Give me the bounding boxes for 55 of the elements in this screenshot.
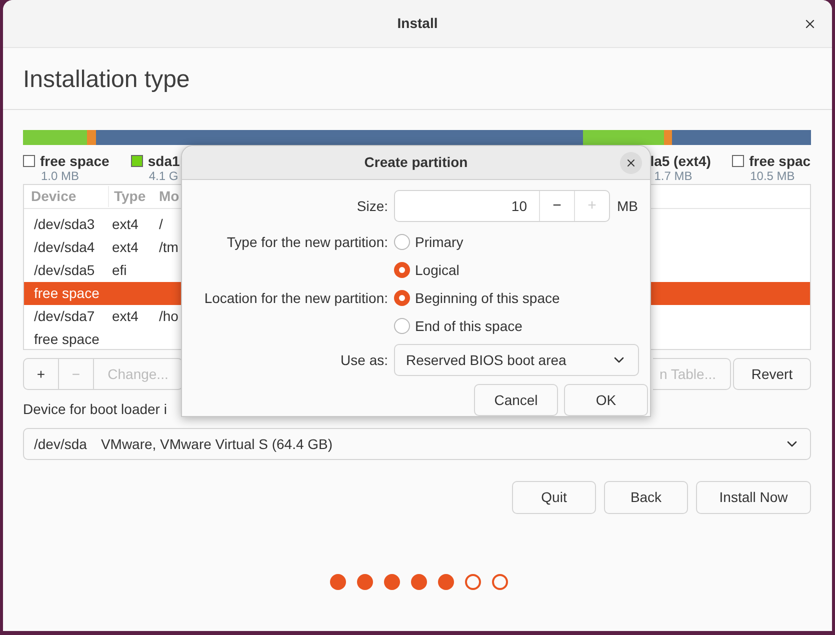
field-label: Type for the new partition: bbox=[226, 232, 388, 252]
radio-label: Logical bbox=[415, 260, 460, 280]
table-cell: ext4 bbox=[112, 216, 138, 232]
radio-button[interactable] bbox=[394, 318, 410, 334]
field-label: Location for the new partition: bbox=[204, 288, 388, 308]
use-as-dropdown[interactable]: Reserved BIOS boot area bbox=[394, 344, 639, 376]
legend-size: 1.0 MB bbox=[40, 169, 80, 184]
table-cell: ext4 bbox=[112, 308, 138, 324]
table-cell: /dev/sda5 bbox=[34, 262, 95, 278]
dialog-button[interactable]: OK bbox=[564, 384, 648, 416]
radio-button[interactable] bbox=[394, 262, 410, 278]
table-cell: / bbox=[159, 216, 163, 232]
toolbar-button[interactable]: + bbox=[24, 359, 59, 389]
field-label: Use as: bbox=[340, 350, 388, 370]
legend-label: free space bbox=[40, 153, 110, 169]
size-value: 10 bbox=[511, 196, 527, 216]
action-button[interactable]: Quit bbox=[512, 481, 596, 514]
boot-loader-label: Device for boot loader i bbox=[23, 401, 167, 417]
radio-button[interactable] bbox=[394, 290, 410, 306]
window-title: Install bbox=[397, 14, 438, 33]
legend-size: 4.1 G bbox=[148, 169, 180, 184]
device-name: /dev/sda bbox=[34, 434, 87, 454]
table-cell: ext4 bbox=[112, 238, 138, 254]
legend-label: sda1 bbox=[148, 153, 180, 169]
unit-label: MB bbox=[617, 196, 638, 216]
action-button[interactable]: Back bbox=[604, 481, 688, 514]
table-cell: /dev/sda4 bbox=[34, 238, 95, 254]
device-description: VMware, VMware Virtual S (64.4 GB) bbox=[100, 434, 333, 454]
toolbar-button[interactable]: Revert bbox=[733, 358, 811, 390]
table-cell: /dev/sda3 bbox=[34, 216, 95, 232]
dropdown-value: Reserved BIOS boot area bbox=[406, 350, 566, 370]
action-button[interactable]: Install Now bbox=[696, 481, 811, 514]
legend-size: 10.5 MB bbox=[749, 169, 796, 184]
table-cell: /tm bbox=[159, 238, 178, 254]
radio-label: Beginning of this space bbox=[415, 288, 560, 308]
boot-loader-dropdown[interactable]: /dev/sda VMware, VMware Virtual S (64.4 GB) bbox=[23, 428, 811, 460]
radio-button[interactable] bbox=[394, 234, 410, 250]
table-cell: /dev/sda7 bbox=[34, 308, 95, 324]
legend-label: free spac bbox=[749, 153, 811, 169]
close-icon bbox=[625, 157, 637, 169]
legend-label: la5 (ext4) bbox=[650, 153, 711, 169]
table-cell: /ho bbox=[159, 308, 178, 324]
size-spin-field[interactable]: 10 − + bbox=[394, 190, 610, 222]
table-cell: efi bbox=[112, 262, 127, 278]
field-label: Size: bbox=[356, 196, 388, 216]
table-cell: free space bbox=[34, 284, 100, 300]
dialog-title: Create partition bbox=[364, 153, 468, 172]
radio-label: End of this space bbox=[415, 316, 522, 336]
close-icon bbox=[803, 17, 817, 31]
legend-size: 1.7 MB bbox=[653, 169, 694, 184]
decrement-button[interactable]: − bbox=[539, 191, 574, 221]
page-heading: Installation type bbox=[23, 66, 190, 93]
close-button[interactable] bbox=[620, 152, 642, 174]
radio-label: Primary bbox=[415, 232, 464, 252]
dialog-button[interactable]: Cancel bbox=[474, 384, 558, 416]
